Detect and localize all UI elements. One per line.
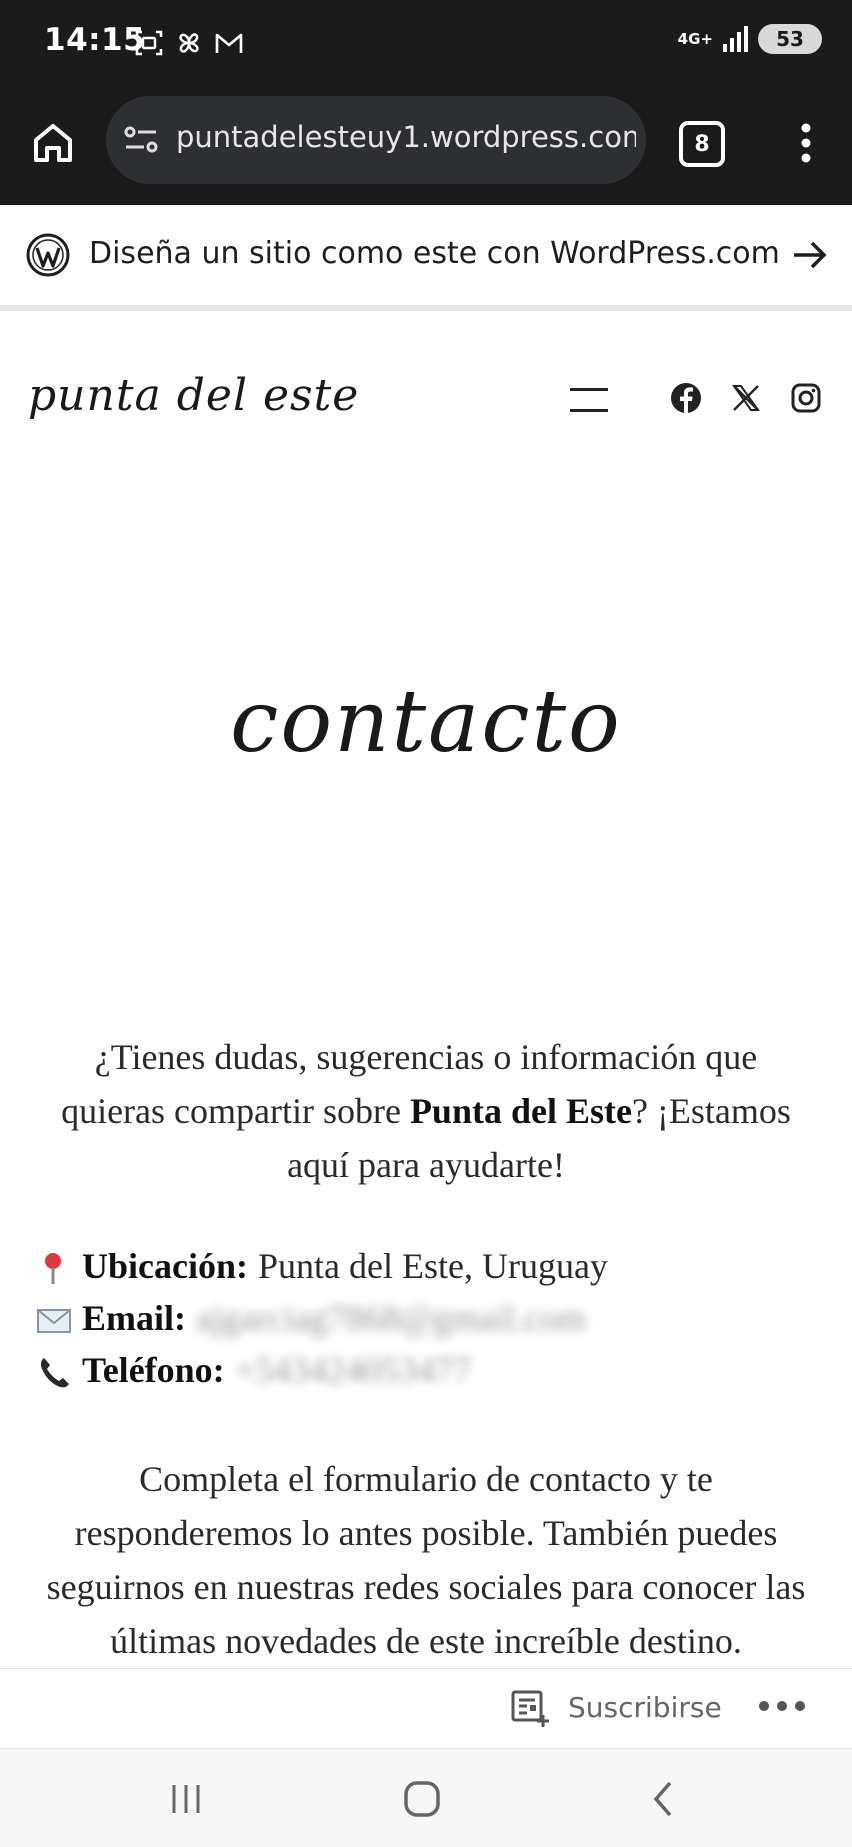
reader-subscribe-icon[interactable] (510, 1687, 552, 1729)
phone-value[interactable]: +543424053477 (235, 1344, 471, 1396)
contact-location: Ubicación: Punta del Este, Uruguay (36, 1240, 608, 1292)
pinwheel-icon (174, 28, 204, 58)
status-time: 14:15 (44, 22, 146, 58)
body-paragraph: Completa el formulario de contacto y te … (46, 1459, 806, 1661)
contact-email: Email: ajgarciag7868@gmail.com (36, 1292, 608, 1344)
back-icon[interactable] (648, 1779, 678, 1819)
status-right: 4G+ 53 (678, 24, 822, 54)
more-horizontal-icon[interactable] (758, 1699, 806, 1713)
system-nav-bar (0, 1748, 852, 1847)
envelope-icon (36, 1300, 74, 1336)
wordpress-promo-banner[interactable]: Diseña un sitio como este con WordPress.… (0, 205, 852, 311)
intro-bold: Punta del Este (409, 1091, 632, 1131)
subscribe-button[interactable]: Suscribirse (568, 1691, 722, 1724)
browser-toolbar: puntadelesteuy1.wordpress.com/cc 8 (0, 88, 852, 205)
pin-icon (36, 1248, 74, 1284)
contact-list: Ubicación: Punta del Este, Uruguay Email:… (36, 1240, 608, 1396)
contact-phone: Teléfono: +543424053477 (36, 1344, 608, 1396)
home-button[interactable] (28, 118, 78, 168)
phone-icon (36, 1352, 74, 1388)
kebab-menu-icon (801, 123, 811, 163)
battery-indicator: 53 (758, 24, 822, 54)
page-title: contacto (230, 672, 622, 772)
arrow-right-icon[interactable] (790, 235, 830, 275)
address-bar[interactable]: puntadelesteuy1.wordpress.com/cc (106, 96, 646, 184)
home-icon (34, 124, 72, 162)
home-nav-icon[interactable] (402, 1779, 442, 1819)
screenshot-icon (134, 28, 164, 58)
more-options-button[interactable] (794, 118, 818, 168)
x-icon[interactable] (730, 382, 762, 414)
recent-apps-icon[interactable] (168, 1781, 204, 1817)
status-bar: 14:15 4G+ 53 (0, 0, 852, 88)
signal-icon (723, 26, 748, 52)
url-text[interactable]: puntadelesteuy1.wordpress.com/cc (176, 120, 636, 154)
network-type: 4G+ (677, 30, 713, 48)
email-value[interactable]: ajgarciag7868@gmail.com (196, 1292, 586, 1344)
banner-text[interactable]: Diseña un sitio como este con WordPress.… (89, 236, 780, 271)
facebook-icon[interactable] (670, 382, 702, 414)
wordpress-logo-icon (26, 233, 70, 277)
site-title[interactable]: punta del este (28, 370, 359, 421)
tab-switcher-button[interactable]: 8 (679, 121, 725, 167)
subscribe-bar: Suscribirse (0, 1668, 852, 1749)
gmail-icon (214, 28, 244, 58)
notification-icons (134, 28, 244, 58)
site-settings-icon[interactable] (122, 120, 162, 160)
hamburger-menu-icon[interactable] (570, 388, 608, 412)
intro-paragraph: ¿Tienes dudas, sugerencias o información… (61, 1037, 791, 1185)
instagram-icon[interactable] (790, 382, 822, 414)
